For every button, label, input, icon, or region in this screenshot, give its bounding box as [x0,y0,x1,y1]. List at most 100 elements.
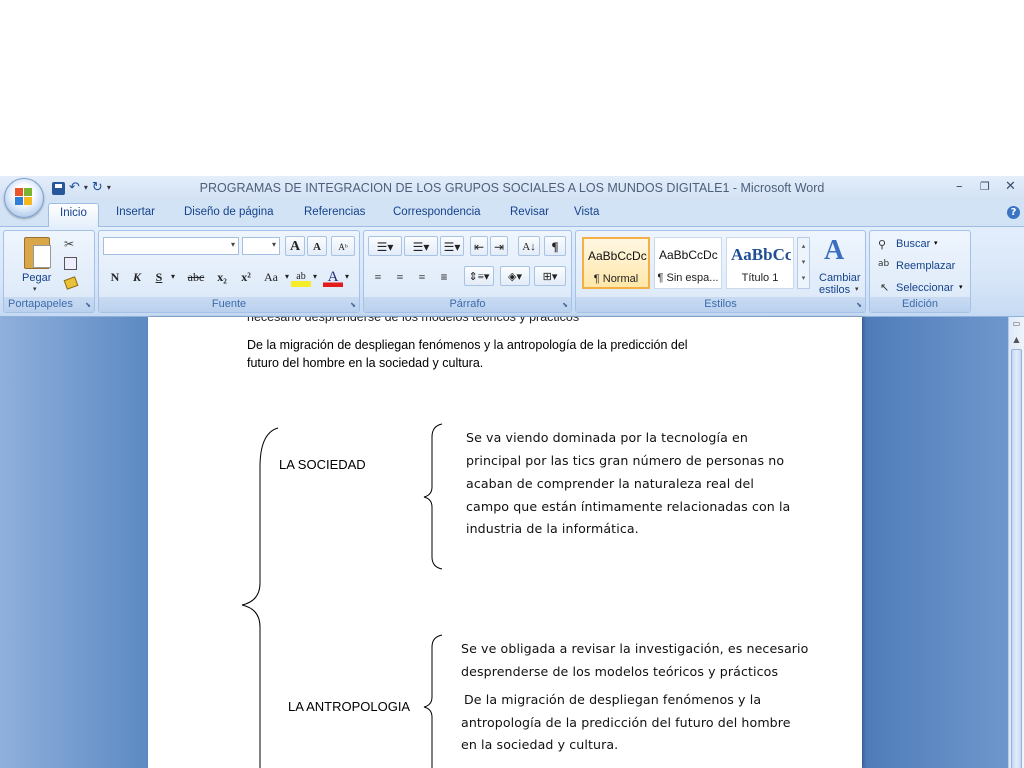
clear-format-button[interactable]: Aᵇ [331,236,355,256]
select-button[interactable]: Seleccionar [896,282,953,294]
styles-scroll[interactable]: ▴ ▾ ▾ [797,237,810,289]
help-icon[interactable]: ? [1007,206,1020,219]
case-dropdown-icon[interactable]: ▾ [283,267,291,287]
minimize-button[interactable]: – [956,179,963,194]
style-titulo-1[interactable]: AaBbCc Título 1 [726,237,794,289]
borders-button[interactable]: ⊞▾ [534,266,566,286]
underline-dropdown-icon[interactable]: ▾ [169,267,177,287]
italic-button[interactable]: K [129,267,145,287]
blank-area [0,0,1024,176]
sociedad-line-3: acaban de comprender la naturaleza real … [466,476,754,491]
office-button[interactable] [4,178,44,218]
strikethrough-button[interactable]: abc [183,267,209,287]
vertical-scrollbar[interactable]: ▭ ▲ [1008,317,1024,768]
clipboard-launcher-icon[interactable]: ⬊ [85,301,91,309]
window-title: PROGRAMAS DE INTEGRACION DE LOS GRUPOS S… [199,181,825,195]
sociedad-line-1: Se va viendo dominada por la tecnología … [466,430,748,445]
style-sin-espaciado-name: ¶ Sin espa... [657,272,719,284]
format-painter-icon[interactable] [63,276,79,290]
antropologia-line-3: De la migración de despliegan fenómenos … [464,692,762,707]
sociedad-brace [423,423,443,570]
editing-group-label: Edición [870,297,970,312]
tab-insertar[interactable]: Insertar [116,206,155,218]
paste-button[interactable]: Pegar ▾ [20,235,54,293]
styles-group-label: Estilos [576,297,865,312]
highlight-dropdown-icon[interactable]: ▾ [311,267,319,287]
font-group-label: Fuente [99,297,359,312]
title-bar: ↶ ▾ ↻ ▾ PROGRAMAS DE INTEGRACION DE LOS … [0,176,1024,200]
label-la-sociedad: LA SOCIEDAD [279,457,366,472]
grow-font-button[interactable]: A [285,236,305,256]
scroll-up-icon[interactable]: ▲ [1012,335,1021,344]
font-launcher-icon[interactable]: ⬊ [350,301,356,309]
font-name-combo[interactable] [103,237,239,255]
style-normal[interactable]: AaBbCcDc ¶ Normal [582,237,650,289]
change-styles-label-2: estilos [819,284,851,296]
change-case-button[interactable]: Aa [259,267,283,287]
align-left-button[interactable]: ≡ [368,267,388,287]
antropologia-line-5: en la sociedad y cultura. [461,737,619,752]
style-normal-name: ¶ Normal [593,273,639,285]
close-button[interactable]: ✕ [1005,179,1016,194]
highlight-button[interactable]: ab [291,267,311,287]
find-dropdown-icon[interactable]: ▾ [934,239,938,247]
copy-icon[interactable] [64,257,77,270]
line-spacing-button[interactable]: ⇕≡▾ [464,266,494,286]
align-right-button[interactable]: ≡ [412,267,432,287]
word-window: ↶ ▾ ↻ ▾ PROGRAMAS DE INTEGRACION DE LOS … [0,176,1024,768]
cut-icon[interactable]: ✂ [64,237,74,251]
bullets-button[interactable]: ☰▾ [368,236,402,256]
font-color-button[interactable]: A [323,267,343,287]
increase-indent-button[interactable]: ⇥ [490,236,508,256]
replace-icon: ab [878,259,890,269]
bold-button[interactable]: N [107,267,123,287]
replace-button[interactable]: Reemplazar [896,260,955,272]
find-button[interactable]: Buscar [896,238,930,250]
sort-button[interactable]: A↓ [518,236,540,256]
tab-referencias[interactable]: Referencias [304,206,365,218]
restore-button[interactable]: ❐ [980,180,990,193]
big-brace [241,427,279,768]
group-paragraph: ☰▾ ☰▾ ☰▾ ⇤ ⇥ A↓ ¶ ≡ ≡ ≡ ≡ ⇕≡▾ ◈▾ ⊞▾ Párr… [363,230,572,313]
find-icon: ⚲ [878,238,887,251]
numbering-button[interactable]: ☰▾ [404,236,438,256]
font-color-dropdown-icon[interactable]: ▾ [343,267,351,287]
clipboard-group-label: Portapapeles [4,297,94,312]
tab-inicio[interactable]: Inicio [48,203,99,229]
change-styles-button[interactable]: A Cambiar estilos ▾ [816,235,864,297]
tab-diseno-pagina[interactable]: Diseño de página [184,206,274,218]
tab-vista[interactable]: Vista [574,206,599,218]
document-area: necesario desprenderse de los modelos te… [0,317,1008,768]
superscript-button[interactable]: x² [235,267,257,287]
style-normal-sample: AaBbCcDc [588,249,647,263]
sociedad-line-4: campo que están íntimamente relacionadas… [466,499,791,514]
shading-button[interactable]: ◈▾ [500,266,530,286]
justify-button[interactable]: ≡ [434,267,454,287]
decrease-indent-button[interactable]: ⇤ [470,236,488,256]
show-marks-button[interactable]: ¶ [544,236,566,256]
document-page[interactable]: necesario desprenderse de los modelos te… [148,317,862,768]
paste-icon [24,237,51,269]
multilevel-list-button[interactable]: ☰▾ [440,236,464,256]
ruler-toggle-icon[interactable]: ▭ [1012,319,1021,328]
paragraph-launcher-icon[interactable]: ⬊ [562,301,568,309]
group-styles: AaBbCcDc ¶ Normal AaBbCcDc ¶ Sin espa...… [575,230,866,313]
styles-launcher-icon[interactable]: ⬊ [856,301,862,309]
subscript-button[interactable]: x₂ [211,267,233,287]
select-dropdown-icon[interactable]: ▾ [959,283,963,291]
sociedad-line-2: principal por las tics gran número de pe… [466,453,785,468]
shrink-font-button[interactable]: A [307,236,327,256]
font-size-combo[interactable] [242,237,280,255]
tab-revisar[interactable]: Revisar [510,206,549,218]
align-center-button[interactable]: ≡ [390,267,410,287]
style-titulo-1-sample: AaBbCc [731,245,791,264]
underline-button[interactable]: S [151,267,167,287]
style-sin-espaciado-sample: AaBbCcDc [659,248,718,262]
scroll-thumb[interactable] [1011,349,1022,768]
style-sin-espaciado[interactable]: AaBbCcDc ¶ Sin espa... [654,237,722,289]
antropologia-line-2: desprenderse de los modelos teóricos y p… [461,664,779,679]
antropologia-brace [423,634,443,768]
group-clipboard: Pegar ▾ ✂ Portapapeles ⬊ [3,230,95,313]
tab-correspondencia[interactable]: Correspondencia [393,206,481,218]
select-icon: ↖ [880,281,890,294]
